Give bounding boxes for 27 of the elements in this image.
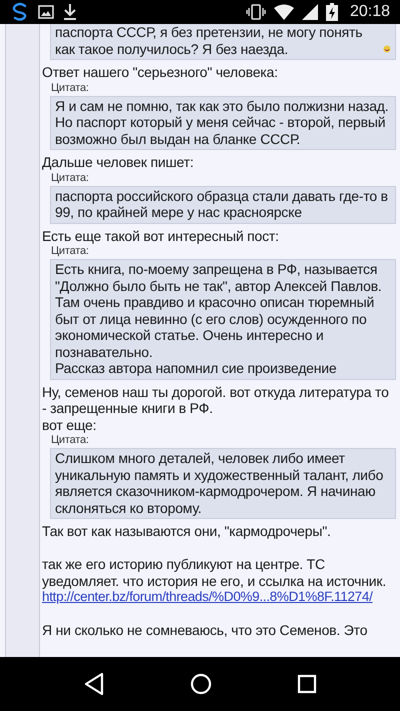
quote-text: Есть книга, по-моему запрещена в РФ, называется "Должно было быть не так", автор Алексей Павлов. Там очень правдиво и красочно описан тюремный быт от лица невинно (с его слов) осужденного по экономической статье. Очень интересно и познавательно. Рассказ автора напомнил сие произведение	[55, 261, 383, 376]
post-text: так же его историю публикуют на центре. ТС уведомляет. что история не его, и ссылка на источник.	[42, 556, 388, 589]
post-text: Так вот как называются они, "кармодрочеры".	[42, 523, 332, 540]
source-link[interactable]: http://center.bz/forum/threads/%D0%9...8%D1%8F.11274/	[42, 589, 373, 606]
quote-text: паспорта СССР, я без претензии, не могу понять как такое получилось? Я без наезда.	[55, 24, 364, 57]
quote-label: Цитата:	[51, 170, 90, 184]
signal-icon	[302, 4, 318, 20]
quote-text: Слишком много деталей, человек либо имеет уникальную память и художественный талант, либо является сказочником-кармодрочером. Я начинаю склоняться ко второму.	[55, 450, 384, 516]
recents-icon[interactable]	[297, 674, 318, 694]
quote-text: Я и сам не помню, так как это было полжизни назад. Но паспорт который у меня сейчас - второй, первый возможно был выдан на бланке СССР.	[55, 98, 390, 147]
post-text: Дальше человек пишет:	[42, 154, 195, 170]
wifi-icon	[274, 4, 294, 20]
vibrate-icon	[246, 4, 266, 20]
back-icon[interactable]	[82, 672, 105, 696]
home-icon[interactable]	[190, 673, 212, 695]
battery-charging-icon	[326, 3, 338, 21]
post-text: Есть еще такой вот интересный пост:	[42, 228, 280, 244]
quote-label: Цитата:	[51, 433, 90, 447]
image-icon	[38, 4, 54, 20]
quote-label: Цитата:	[51, 244, 90, 258]
post-text: Ответ нашего "серьезного" человека:	[42, 64, 279, 80]
quote-text: паспорта российского образца стали давать где-то в 99, по крайней мере у нас красноярске	[55, 188, 389, 220]
download-icon	[62, 3, 78, 21]
quote-label: Цитата:	[51, 80, 90, 94]
post-text: Я ни сколько не сомневаюсь, что это Семенов. Это	[42, 622, 368, 638]
post-text: Ну, семенов наш ты дорогой. вот откуда литература то - запрещенные книги в РФ. вот еще:	[42, 384, 390, 433]
clock-time: 20:18	[350, 3, 390, 21]
